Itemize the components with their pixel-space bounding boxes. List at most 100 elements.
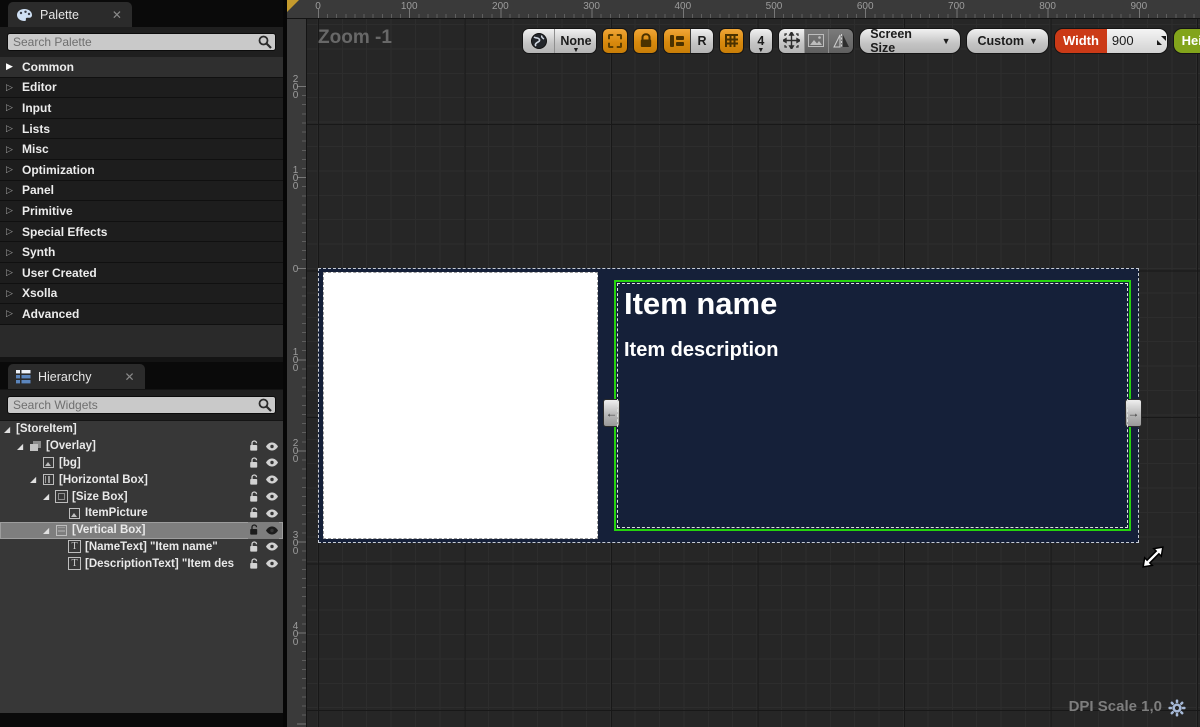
unlock-icon[interactable] bbox=[248, 558, 260, 570]
palette-category[interactable]: ▷ Panel bbox=[0, 181, 283, 202]
ruler-tick-label: 0 bbox=[290, 264, 301, 272]
unlock-icon[interactable] bbox=[248, 524, 260, 536]
diagonal-resize-icon[interactable] bbox=[1156, 35, 1167, 46]
localization-preview-button[interactable] bbox=[523, 29, 554, 53]
widget-type-icon bbox=[68, 557, 81, 570]
localization-language-dropdown[interactable]: None ▼ bbox=[554, 29, 596, 53]
palette-category[interactable]: ▷ User Created bbox=[0, 263, 283, 284]
palette-category[interactable]: ▷ Synth bbox=[0, 242, 283, 263]
expander-triangle-icon[interactable]: ▷ bbox=[6, 123, 16, 134]
unlock-icon[interactable] bbox=[248, 541, 260, 553]
unlock-icon[interactable] bbox=[248, 491, 260, 503]
expander-arrow-icon[interactable]: ◢ bbox=[43, 492, 55, 501]
width-input[interactable] bbox=[1112, 33, 1152, 48]
tab-palette[interactable]: Palette ✕ bbox=[8, 2, 132, 27]
palette-category[interactable]: ▷ Special Effects bbox=[0, 222, 283, 243]
resize-handle-left[interactable]: ← bbox=[603, 399, 620, 427]
expander-arrow-icon[interactable]: ◢ bbox=[17, 442, 29, 451]
unlock-icon[interactable] bbox=[248, 440, 260, 452]
grid-size-dropdown[interactable]: 4 ▼ bbox=[749, 28, 773, 54]
palette-category[interactable]: ▷ Xsolla bbox=[0, 284, 283, 305]
palette-category[interactable]: ▶ Common bbox=[0, 57, 283, 78]
palette-category-label: Editor bbox=[22, 80, 57, 94]
expander-triangle-icon[interactable]: ▷ bbox=[6, 205, 16, 216]
widget-type-icon bbox=[29, 440, 42, 453]
tree-row[interactable]: ◢ [bg] bbox=[0, 455, 283, 472]
tab-hierarchy[interactable]: Hierarchy ✕ bbox=[8, 364, 145, 389]
palette-tabstrip: Palette ✕ bbox=[0, 0, 283, 27]
palette-category-label: Input bbox=[22, 101, 51, 115]
flip-preview-button[interactable] bbox=[828, 29, 853, 53]
palette-tab-close-icon[interactable]: ✕ bbox=[112, 9, 122, 21]
palette-category[interactable]: ▷ Editor bbox=[0, 78, 283, 99]
dpi-settings-gear-icon[interactable] bbox=[1168, 699, 1186, 717]
width-input-wrap bbox=[1107, 29, 1168, 53]
visibility-eye-icon[interactable] bbox=[265, 491, 279, 502]
fill-rule-dropdown[interactable]: Custom ▼ bbox=[966, 28, 1048, 54]
hierarchy-tab-close-icon[interactable]: ✕ bbox=[125, 371, 135, 383]
expander-triangle-icon[interactable]: ▶ bbox=[6, 61, 16, 72]
transform-mode-button[interactable] bbox=[779, 29, 804, 53]
snap-grid-toggle-button[interactable] bbox=[719, 28, 744, 54]
palette-search-input[interactable] bbox=[8, 35, 257, 49]
tree-row[interactable]: ◢ [Size Box] bbox=[0, 488, 283, 505]
expander-triangle-icon[interactable]: ▷ bbox=[6, 226, 16, 237]
screen-size-dropdown[interactable]: Screen Size ▼ bbox=[859, 28, 961, 54]
visibility-eye-icon[interactable] bbox=[265, 441, 279, 452]
visibility-eye-icon[interactable] bbox=[265, 558, 279, 569]
unlock-icon[interactable] bbox=[248, 474, 260, 486]
expander-triangle-icon[interactable]: ▷ bbox=[6, 82, 16, 93]
expander-arrow-icon[interactable]: ◢ bbox=[43, 526, 55, 535]
vertical-box-widget-selected[interactable]: Item name Item description ← → bbox=[614, 280, 1131, 531]
ruler-tick-label: 100 bbox=[401, 1, 418, 12]
store-item-widget-root[interactable]: Item name Item description ← → bbox=[318, 268, 1139, 543]
visibility-eye-icon[interactable] bbox=[265, 525, 279, 536]
expander-triangle-icon[interactable]: ▷ bbox=[6, 164, 16, 175]
palette-category[interactable]: ▷ Primitive bbox=[0, 201, 283, 222]
name-text-widget[interactable]: Item name bbox=[624, 286, 777, 322]
unlock-icon[interactable] bbox=[248, 457, 260, 469]
expander-triangle-icon[interactable]: ▷ bbox=[6, 185, 16, 196]
ruler-tick-label: 900 bbox=[1130, 1, 1147, 12]
hierarchy-search-input[interactable] bbox=[8, 398, 257, 412]
expander-arrow-icon[interactable]: ◢ bbox=[4, 425, 16, 434]
visibility-eye-icon[interactable] bbox=[265, 541, 279, 552]
reflector-button[interactable]: R bbox=[690, 29, 713, 53]
expander-triangle-icon[interactable]: ▷ bbox=[6, 308, 16, 319]
designer-toolbar: None ▼ R 4 ▼ bbox=[522, 27, 1200, 54]
unlock-icon[interactable] bbox=[248, 507, 260, 519]
visibility-eye-icon[interactable] bbox=[265, 457, 279, 468]
palette-category[interactable]: ▷ Lists bbox=[0, 119, 283, 140]
localization-binding-button[interactable] bbox=[664, 29, 690, 53]
umg-designer-window: Palette ✕ ▶ Common ▷ bbox=[0, 0, 1200, 727]
tree-row[interactable]: ◢ [StoreItem] bbox=[0, 421, 283, 438]
ruler-tick-label: 700 bbox=[948, 1, 965, 12]
palette-category[interactable]: ▷ Advanced bbox=[0, 304, 283, 325]
description-text-widget[interactable]: Item description bbox=[624, 339, 778, 362]
item-picture-widget[interactable] bbox=[323, 272, 598, 539]
visibility-eye-icon[interactable] bbox=[265, 474, 279, 485]
binding-reflector-group: R bbox=[663, 28, 714, 54]
lock-widgets-button[interactable] bbox=[633, 28, 658, 54]
view-tools-group bbox=[778, 28, 854, 54]
tree-row[interactable]: ◢ ItemPicture bbox=[0, 505, 283, 522]
tree-row[interactable]: ◢ [Overlay] bbox=[0, 438, 283, 455]
resize-handle-right[interactable]: → bbox=[1125, 399, 1142, 427]
expander-triangle-icon[interactable]: ▷ bbox=[6, 144, 16, 155]
expander-triangle-icon[interactable]: ▷ bbox=[6, 247, 16, 258]
toggle-outlines-button[interactable] bbox=[602, 28, 628, 54]
tree-row[interactable]: ◢ [Vertical Box] bbox=[0, 522, 283, 539]
palette-category[interactable]: ▷ Misc bbox=[0, 139, 283, 160]
tree-row[interactable]: ◢ [Horizontal Box] bbox=[0, 471, 283, 488]
expander-triangle-icon[interactable]: ▷ bbox=[6, 288, 16, 299]
expander-triangle-icon[interactable]: ▷ bbox=[6, 102, 16, 113]
expander-arrow-icon[interactable]: ◢ bbox=[30, 475, 42, 484]
tree-row[interactable]: ◢ [DescriptionText] "Item des bbox=[0, 555, 283, 572]
palette-category[interactable]: ▷ Input bbox=[0, 98, 283, 119]
widget-type-icon bbox=[42, 456, 55, 469]
palette-category[interactable]: ▷ Optimization bbox=[0, 160, 283, 181]
preview-background-button[interactable] bbox=[804, 29, 829, 53]
visibility-eye-icon[interactable] bbox=[265, 508, 279, 519]
tree-row[interactable]: ◢ [NameText] "Item name" bbox=[0, 539, 283, 556]
expander-triangle-icon[interactable]: ▷ bbox=[6, 267, 16, 278]
